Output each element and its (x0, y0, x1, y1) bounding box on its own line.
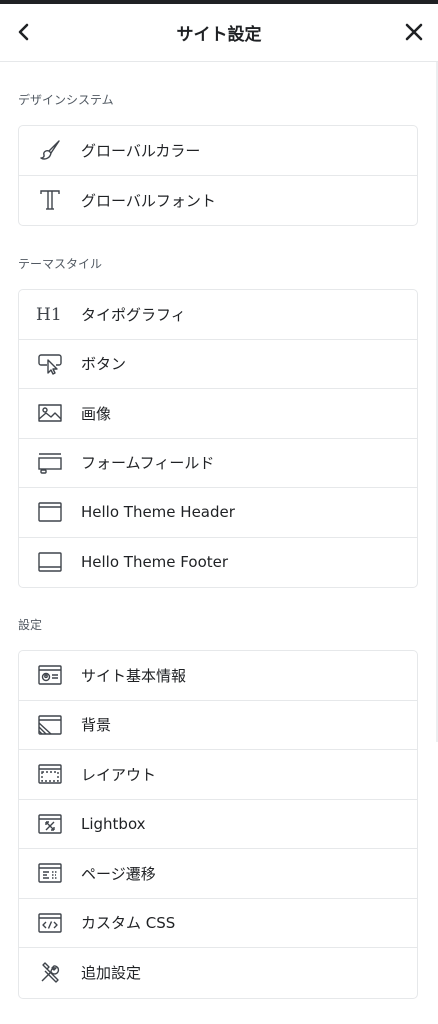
menu-item-typography[interactable]: H1 タイポグラフィ (19, 290, 417, 340)
close-button[interactable] (400, 18, 428, 46)
custom-css-icon (19, 911, 81, 935)
site-identity-icon (19, 663, 81, 687)
tools-icon (19, 961, 81, 985)
theme-style-card: H1 タイポグラフィ ボタン 画像 フォームフィールド Hello Theme … (18, 289, 418, 588)
settings-card: サイト基本情報 背景 レイアウト Lightbox ページ遷移 カスタム CSS (18, 650, 418, 999)
design-system-card: グローバルカラー グローバルフォント (18, 125, 418, 226)
typography-icon (19, 188, 81, 212)
panel-header: サイト設定 (0, 4, 438, 62)
close-icon (405, 23, 423, 41)
back-button[interactable] (10, 18, 38, 46)
menu-item-lightbox[interactable]: Lightbox (19, 800, 417, 849)
background-icon (19, 713, 81, 737)
menu-item-label: Lightbox (81, 814, 146, 833)
menu-item-label: ページ遷移 (81, 864, 156, 883)
menu-item-site-identity[interactable]: サイト基本情報 (19, 651, 417, 701)
h1-icon: H1 (19, 304, 81, 324)
footer-layout-icon (19, 551, 81, 573)
menu-item-page-transitions[interactable]: ページ遷移 (19, 849, 417, 899)
menu-item-additional-settings[interactable]: 追加設定 (19, 948, 417, 998)
menu-item-hello-theme-header[interactable]: Hello Theme Header (19, 488, 417, 538)
layout-icon (19, 762, 81, 786)
menu-item-global-colors[interactable]: グローバルカラー (19, 126, 417, 176)
lightbox-icon (19, 812, 81, 836)
menu-item-label: グローバルフォント (81, 191, 216, 210)
menu-item-image[interactable]: 画像 (19, 389, 417, 439)
menu-item-label: サイト基本情報 (81, 666, 187, 685)
menu-item-label: 画像 (81, 404, 112, 423)
menu-item-background[interactable]: 背景 (19, 701, 417, 750)
menu-item-form-fields[interactable]: フォームフィールド (19, 439, 417, 488)
menu-item-hello-theme-footer[interactable]: Hello Theme Footer (19, 538, 417, 588)
section-title-design-system: デザインシステム (18, 93, 114, 107)
menu-item-label: Hello Theme Header (81, 503, 235, 522)
page-transition-icon (19, 861, 81, 885)
brush-icon (19, 138, 81, 162)
menu-item-label: カスタム CSS (81, 914, 176, 933)
menu-item-layout[interactable]: レイアウト (19, 750, 417, 800)
header-layout-icon (19, 501, 81, 523)
menu-item-label: 背景 (81, 716, 112, 735)
section-title-settings: 設定 (18, 618, 43, 632)
svg-text:H1: H1 (36, 305, 62, 324)
menu-item-label: Hello Theme Footer (81, 553, 229, 572)
form-field-icon (19, 451, 81, 475)
menu-item-custom-css[interactable]: カスタム CSS (19, 899, 417, 948)
menu-item-button[interactable]: ボタン (19, 340, 417, 389)
menu-item-label: タイポグラフィ (81, 305, 186, 324)
image-icon (19, 402, 81, 424)
menu-item-label: 追加設定 (81, 964, 142, 983)
section-title-theme-style: テーマスタイル (18, 257, 103, 271)
menu-item-label: フォームフィールド (81, 454, 215, 473)
menu-item-label: ボタン (81, 355, 127, 374)
page-title: サイト設定 (176, 25, 262, 45)
chevron-left-icon (18, 23, 29, 41)
menu-item-label: レイアウト (81, 765, 157, 784)
menu-item-global-fonts[interactable]: グローバルフォント (19, 176, 417, 226)
menu-item-label: グローバルカラー (81, 141, 201, 160)
button-cursor-icon (19, 352, 81, 376)
